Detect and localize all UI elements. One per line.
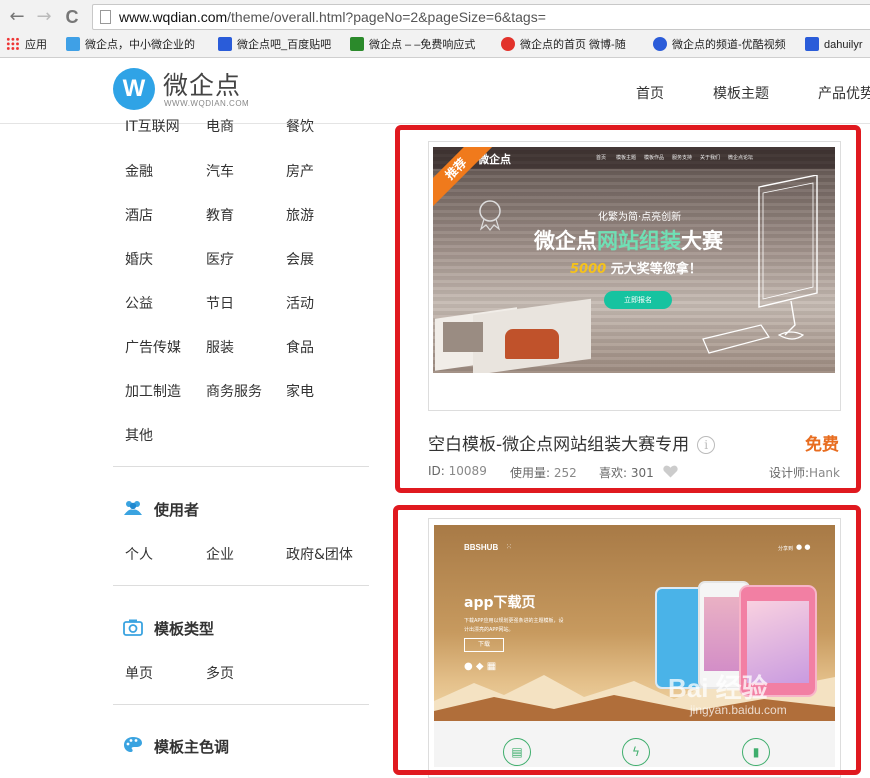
bookmark-item[interactable]: 微企点 – –免费响应式 bbox=[350, 36, 475, 54]
filter-tag[interactable]: 教育 bbox=[206, 205, 234, 225]
filter-tag[interactable]: 加工制造 bbox=[125, 381, 181, 401]
baidu-paw-icon bbox=[218, 37, 232, 51]
site-header: W 微企点 WWW.WQDIAN.COM 首页 模板主题 产品优势 bbox=[0, 58, 870, 124]
filter-tag[interactable]: 酒店 bbox=[125, 205, 153, 225]
filter-tag[interactable]: 餐饮 bbox=[286, 116, 314, 136]
filter-tag[interactable]: 广告传媒 bbox=[125, 337, 181, 357]
filter-tag[interactable]: 商务服务 bbox=[206, 381, 262, 401]
bookmark-label: 微企点的首页 微博-随 bbox=[520, 39, 626, 51]
youku-play-icon bbox=[653, 37, 667, 51]
filter-tag[interactable]: 房产 bbox=[286, 161, 314, 181]
bookmark-label: 微企点，中小微企业的 bbox=[85, 39, 195, 51]
back-button[interactable]: ← bbox=[6, 6, 28, 28]
palette-icon bbox=[124, 737, 142, 752]
filter-tag[interactable]: 医疗 bbox=[206, 249, 234, 269]
forward-button[interactable]: → bbox=[33, 6, 55, 28]
filter-tag[interactable]: 单页 bbox=[125, 663, 153, 683]
url-path: /theme/overall.html?pageNo=2&pageSize=6&… bbox=[227, 9, 546, 25]
douban-icon bbox=[350, 37, 364, 51]
bookmark-label: 微企点吧_百度贴吧 bbox=[237, 39, 332, 51]
baidu-watermark: Bai 经验 bbox=[668, 668, 768, 705]
logo-subtitle: WWW.WQDIAN.COM bbox=[164, 99, 250, 108]
filter-tag[interactable]: 婚庆 bbox=[125, 249, 153, 269]
sidebar-divider bbox=[113, 466, 369, 467]
watermark-url: jingyan.baidu.com bbox=[690, 703, 787, 717]
url-host: www.wqdian.com bbox=[119, 9, 228, 25]
section-title-main-color: 模板主色调 bbox=[154, 738, 230, 756]
section-title-template-type: 模板类型 bbox=[154, 620, 215, 638]
filter-tag[interactable]: 政府&团体 bbox=[286, 544, 353, 564]
highlight-box bbox=[393, 505, 861, 775]
filter-tag[interactable]: 节日 bbox=[206, 293, 234, 313]
bookmark-label: 微企点的频道-优酷视频 bbox=[672, 39, 786, 51]
users-icon bbox=[124, 501, 142, 515]
filter-tag[interactable]: 多页 bbox=[206, 663, 234, 683]
filter-tag[interactable]: 会展 bbox=[286, 249, 314, 269]
filter-tag[interactable]: 金融 bbox=[125, 161, 153, 181]
logo-mark[interactable]: W bbox=[113, 68, 155, 110]
section-title-users: 使用者 bbox=[154, 501, 200, 519]
filter-tag[interactable]: 服装 bbox=[206, 337, 234, 357]
sidebar-divider bbox=[113, 704, 369, 705]
highlight-box bbox=[395, 125, 861, 493]
nav-advantages[interactable]: 产品优势 bbox=[818, 83, 870, 103]
nav-themes[interactable]: 模板主题 bbox=[713, 83, 769, 103]
bookmark-item[interactable]: dahuilyr bbox=[805, 36, 863, 54]
url-text: www.wqdian.com/theme/overall.html?pageNo… bbox=[119, 9, 546, 25]
filter-tag[interactable]: 其他 bbox=[125, 425, 153, 445]
reload-button[interactable]: C bbox=[61, 6, 83, 28]
bookmark-label: 微企点 – –免费响应式 bbox=[369, 39, 476, 51]
bookmark-item[interactable]: 微企点，中小微企业的 bbox=[66, 36, 195, 54]
baidu-paw-icon bbox=[805, 37, 819, 51]
filter-tag[interactable]: IT互联网 bbox=[125, 116, 180, 136]
sidebar-divider bbox=[113, 585, 369, 586]
bookmark-label: dahuilyr bbox=[824, 39, 863, 51]
bookmark-item[interactable]: 微企点的频道-优酷视频 bbox=[653, 36, 786, 54]
bookmark-apps[interactable]: 应用 bbox=[6, 36, 47, 54]
filter-tag[interactable]: 电商 bbox=[206, 116, 234, 136]
logo-text[interactable]: 微企点 bbox=[163, 66, 241, 102]
address-bar[interactable]: www.wqdian.com/theme/overall.html?pageNo… bbox=[92, 4, 870, 30]
watermark-text: Bai 经验 bbox=[668, 673, 768, 703]
bookmark-item[interactable]: 微企点的首页 微博-随 bbox=[501, 36, 626, 54]
filter-tag[interactable]: 活动 bbox=[286, 293, 314, 313]
filter-tag[interactable]: 家电 bbox=[286, 381, 314, 401]
apps-grid-icon bbox=[6, 37, 20, 51]
page-icon bbox=[100, 10, 111, 24]
bookmark-label: 应用 bbox=[25, 39, 47, 51]
filter-tag[interactable]: 公益 bbox=[125, 293, 153, 313]
filter-tag[interactable]: 个人 bbox=[125, 544, 153, 564]
filter-tag[interactable]: 食品 bbox=[286, 337, 314, 357]
nav-home[interactable]: 首页 bbox=[636, 83, 664, 103]
wqdian-favicon-icon bbox=[66, 37, 80, 51]
bookmarks-bar: 应用 微企点，中小微企业的 微企点吧_百度贴吧 微企点 – –免费响应式 微企点… bbox=[0, 33, 870, 57]
filter-tag[interactable]: 旅游 bbox=[286, 205, 314, 225]
filter-tag[interactable]: 汽车 bbox=[206, 161, 234, 181]
weibo-icon bbox=[501, 37, 515, 51]
camera-icon bbox=[123, 619, 143, 636]
browser-chrome: ← → C www.wqdian.com/theme/overall.html?… bbox=[0, 0, 870, 58]
filter-tag[interactable]: 企业 bbox=[206, 544, 234, 564]
bookmark-item[interactable]: 微企点吧_百度贴吧 bbox=[218, 36, 331, 54]
